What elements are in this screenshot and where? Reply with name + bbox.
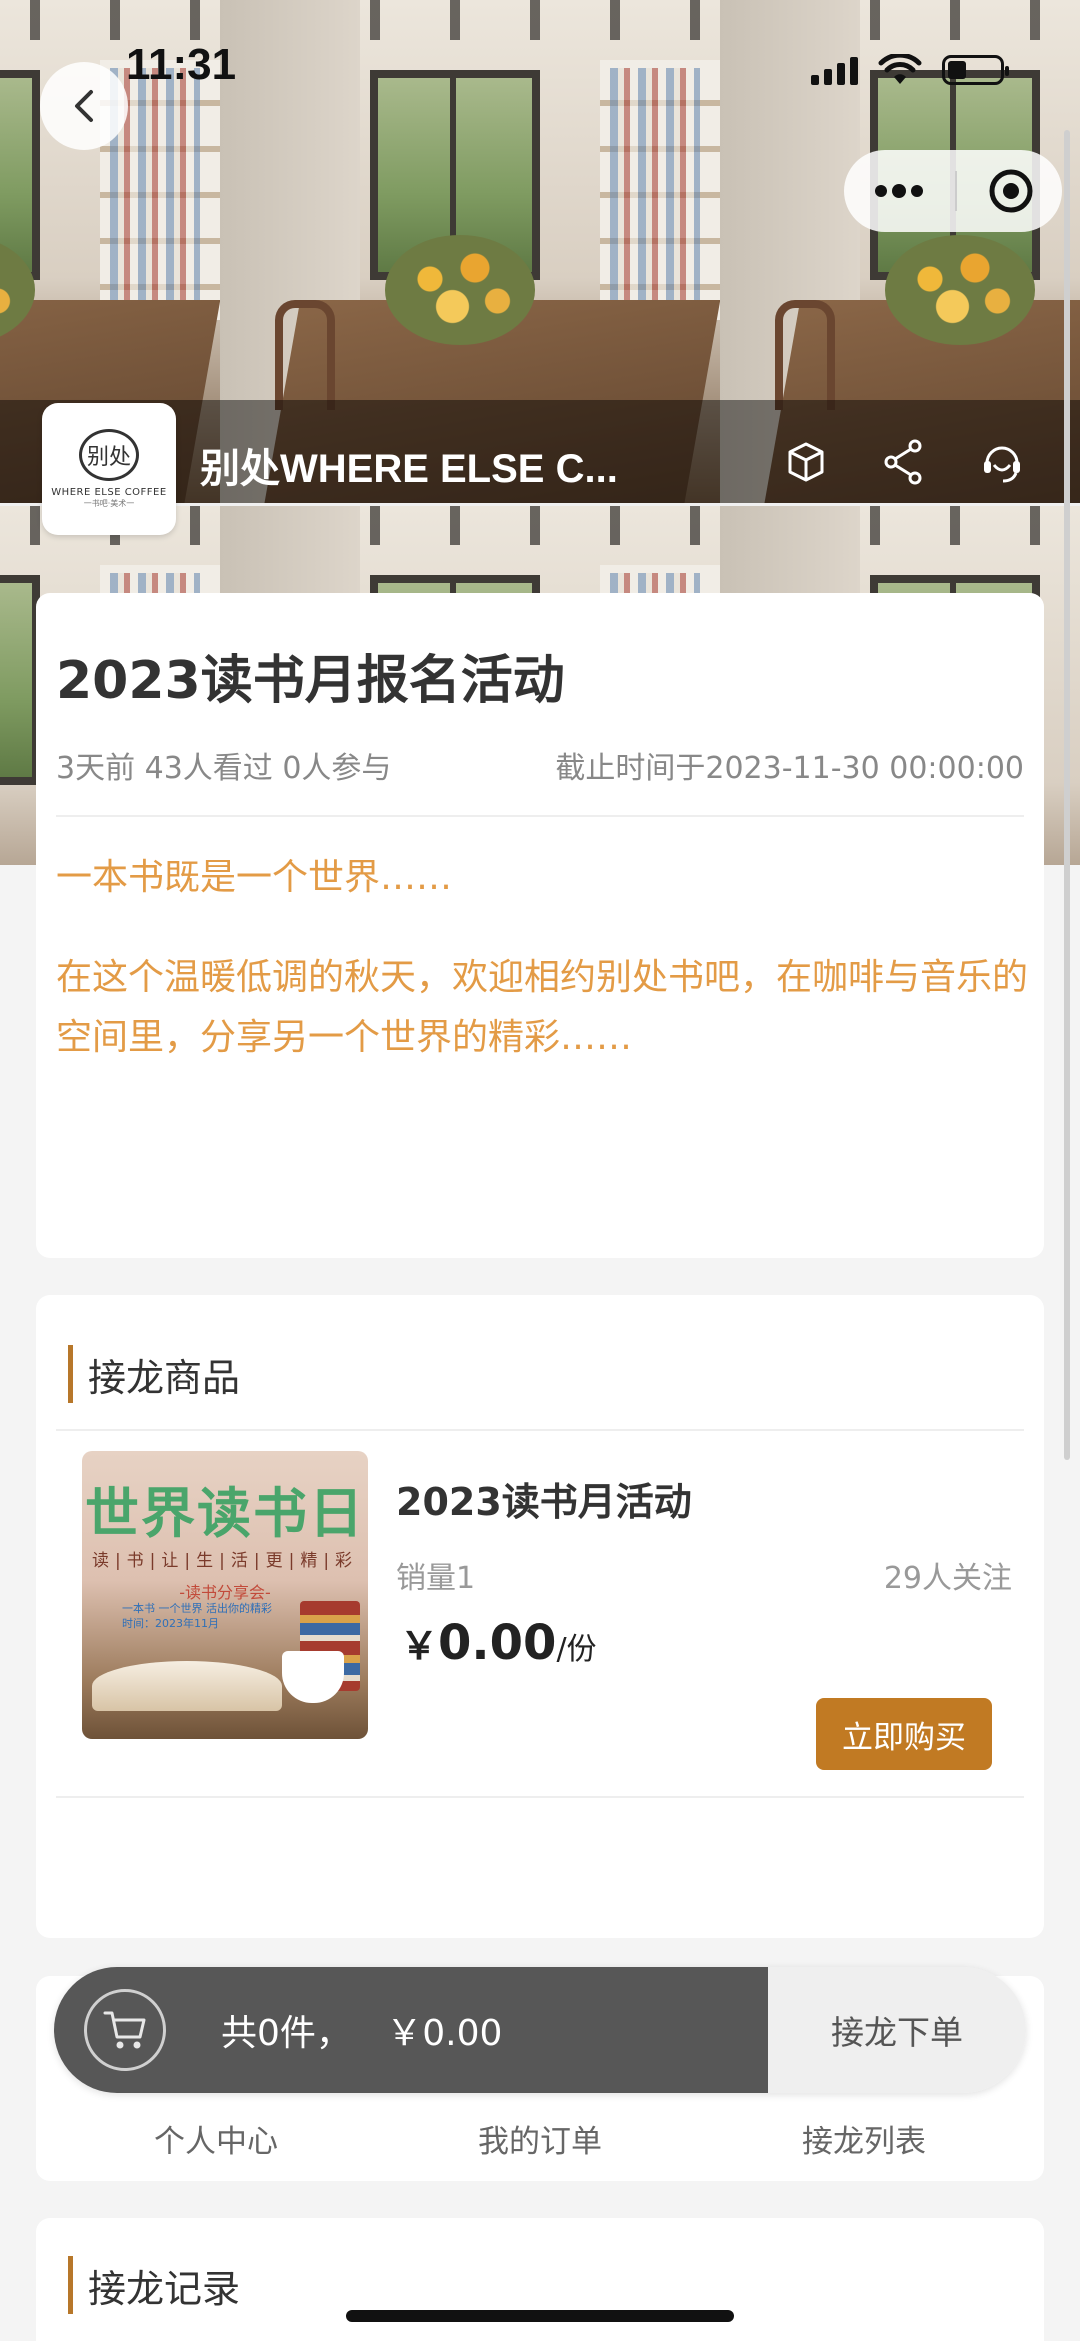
back-button[interactable] bbox=[40, 62, 128, 150]
logo-text: WHERE ELSE COFFEE bbox=[51, 487, 167, 498]
order-bar: 共0件， ￥0.00 接龙下单 bbox=[54, 1967, 1026, 2093]
product-name[interactable]: 2023读书月活动 bbox=[396, 1471, 692, 1526]
cube-icon bbox=[788, 442, 824, 482]
price-unit: /份 bbox=[556, 1632, 597, 1667]
activity-card: 2023读书月报名活动 3天前 43人看过 0人参与 截止时间于2023-11-… bbox=[36, 593, 1044, 1258]
scroll-indicator[interactable] bbox=[1064, 130, 1070, 1460]
activity-description: 在这个温暖低调的秋天，欢迎相约别处书吧，在咖啡与音乐的空间里，分享另一个世界的精… bbox=[56, 957, 1029, 1058]
records-heading-text: 接龙记录 bbox=[88, 2266, 241, 2311]
product-image-subtitle: 读|书|让|生|活|更|精|彩 bbox=[91, 1551, 359, 1571]
heading-accent-bar bbox=[68, 1345, 73, 1403]
divider bbox=[56, 815, 1024, 817]
tab-relay-list[interactable]: 接龙列表 bbox=[754, 2116, 974, 2161]
open-book-graphic bbox=[92, 1661, 282, 1711]
product-price: ￥0.00/份 bbox=[400, 1615, 597, 1671]
goods-card: 接龙商品 世界读书日 读|书|让|生|活|更|精|彩 -读书分享会- 一本书 一… bbox=[36, 1295, 1044, 1938]
battery-icon bbox=[942, 55, 1009, 85]
records-card: 接龙记录 bbox=[36, 2218, 1044, 2341]
wifi-icon bbox=[878, 54, 922, 84]
product-image-caption-b: 时间：2023年11月 bbox=[122, 1617, 219, 1630]
submit-order-button[interactable]: 接龙下单 bbox=[768, 1967, 1026, 2093]
buy-now-button[interactable]: 立即购买 bbox=[816, 1698, 992, 1770]
more-icon[interactable] bbox=[874, 184, 924, 198]
activity-intro-line: 一本书既是一个世界…… bbox=[56, 857, 453, 898]
logo-mark: 别处 bbox=[79, 429, 139, 481]
product-image-event: -读书分享会- bbox=[179, 1583, 271, 1602]
cellular-signal-icon bbox=[811, 55, 858, 85]
heading-accent-bar bbox=[68, 2256, 73, 2314]
activity-deadline: 截止时间于2023-11-30 00:00:00 bbox=[555, 751, 1024, 786]
product-sales: 销量1 bbox=[396, 1561, 476, 1596]
cart-icon bbox=[103, 2011, 146, 2049]
chevron-left-icon bbox=[75, 90, 93, 122]
product-followers: 29人关注 bbox=[883, 1561, 1012, 1596]
product-image-caption-a: 一本书 一个世界 活出你的精彩 bbox=[122, 1602, 272, 1615]
product-image-title: 世界读书日 bbox=[85, 1481, 365, 1545]
customer-service-button[interactable] bbox=[972, 432, 1032, 492]
shop-name[interactable]: 别处WHERE ELSE C... bbox=[200, 436, 630, 494]
status-icons bbox=[811, 54, 1009, 86]
share-button[interactable] bbox=[873, 432, 933, 492]
records-section-heading: 接龙记录 bbox=[68, 2256, 240, 2314]
product-image-caption: 一本书 一个世界 活出你的精彩 时间：2023年11月 bbox=[122, 1601, 272, 1631]
cube-button[interactable] bbox=[776, 432, 836, 492]
status-time: 11:31 bbox=[126, 40, 237, 89]
share-icon bbox=[884, 439, 922, 485]
cart-total: 共0件， ￥0.00 bbox=[221, 2013, 503, 2054]
divider bbox=[56, 1796, 1024, 1798]
price-value: 0.00 bbox=[438, 1615, 557, 1671]
tab-personal-center[interactable]: 个人中心 bbox=[106, 2116, 326, 2161]
shop-logo[interactable]: 别处 WHERE ELSE COFFEE 一书吧·美术一 bbox=[42, 403, 176, 535]
price-currency: ￥ bbox=[400, 1624, 439, 1668]
cart-summary[interactable]: 共0件， ￥0.00 bbox=[54, 1967, 768, 2093]
divider bbox=[56, 1429, 1024, 1431]
activity-title: 2023读书月报名活动 bbox=[56, 651, 565, 711]
activity-meta: 3天前 43人看过 0人参与 bbox=[56, 751, 392, 786]
goods-heading-text: 接龙商品 bbox=[88, 1355, 241, 1400]
product-image[interactable]: 世界读书日 读|书|让|生|活|更|精|彩 -读书分享会- 一本书 一个世界 活… bbox=[82, 1451, 368, 1739]
cart-button[interactable] bbox=[84, 1989, 166, 2071]
logo-subtext: 一书吧·美术一 bbox=[83, 499, 135, 508]
goods-section-heading: 接龙商品 bbox=[68, 1345, 240, 1403]
customer-service-icon bbox=[984, 446, 1020, 483]
tab-my-orders[interactable]: 我的订单 bbox=[430, 2116, 650, 2161]
coffee-cup-graphic bbox=[282, 1651, 344, 1703]
capsule-separator bbox=[955, 171, 957, 211]
close-miniprogram-icon[interactable] bbox=[988, 168, 1034, 214]
miniprogram-capsule bbox=[844, 150, 1062, 232]
home-indicator[interactable] bbox=[346, 2310, 734, 2322]
